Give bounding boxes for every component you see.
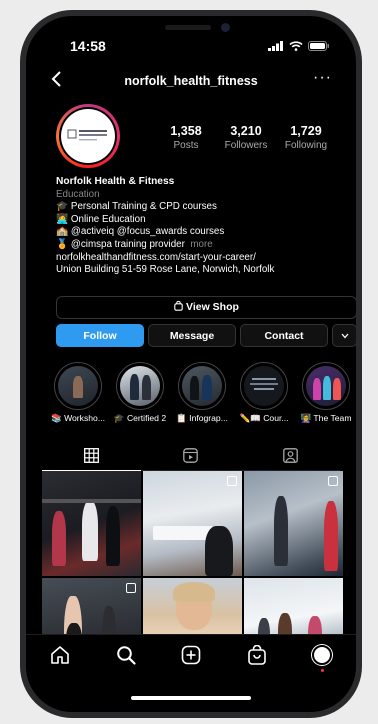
profile-website-link[interactable]: norfolkhealthandfitness.com/start-your-c… xyxy=(56,252,346,265)
bio-line: 👩‍💻 Online Education xyxy=(56,213,146,225)
highlight-item[interactable]: ✏️📖 Cour... xyxy=(236,362,292,424)
video-indicator-icon xyxy=(227,476,237,486)
highlight-label: ✏️📖 Cour... xyxy=(239,413,289,423)
tab-posts[interactable] xyxy=(42,441,142,471)
bio-more-link[interactable]: more xyxy=(190,239,212,250)
stat-value: 3,210 xyxy=(230,124,262,138)
profile-name: Norfolk Health & Fitness xyxy=(56,176,175,187)
battery-icon xyxy=(308,41,329,51)
more-options-icon[interactable]: ··· xyxy=(313,69,332,87)
profile-username: norfolk_health_fitness xyxy=(124,74,258,88)
create-icon[interactable] xyxy=(179,643,203,667)
avatar[interactable] xyxy=(56,104,120,168)
profile-actions: Follow Message Contact xyxy=(56,324,356,347)
shop-icon[interactable] xyxy=(245,643,269,667)
highlight-item[interactable]: 📚 Worksho... xyxy=(50,362,106,424)
post-thumbnail[interactable] xyxy=(143,471,242,576)
contact-button[interactable]: Contact xyxy=(240,324,328,347)
stat-label: Followers xyxy=(224,140,268,151)
stat-followers[interactable]: 3,210 Followers xyxy=(216,124,276,151)
brand-logo-icon xyxy=(67,129,107,141)
phone-frame: 14:58 norfolk_health_fitness ··· 1,358 P… xyxy=(20,10,362,718)
home-icon[interactable] xyxy=(48,643,72,667)
bio-line: 🎓 Personal Training & CPD courses xyxy=(56,201,217,213)
highlight-label: 📋 Infograp... xyxy=(176,413,228,423)
status-time: 14:58 xyxy=(70,38,106,54)
highlight-item[interactable]: 📋 Infograp... xyxy=(174,362,230,424)
chevron-down-icon xyxy=(341,333,348,339)
bio-line: 🏫 @activeiq @focus_awards courses xyxy=(56,226,225,238)
notch xyxy=(121,16,261,44)
reels-icon xyxy=(183,448,199,463)
bio-line: 🏅 @cimspa training provider xyxy=(56,238,185,250)
follow-button[interactable]: Follow xyxy=(56,324,144,347)
stat-value: 1,729 xyxy=(290,124,322,138)
tab-reels[interactable] xyxy=(141,441,241,471)
highlight-label: 👩‍🏫 The Team xyxy=(300,413,352,423)
highlight-label: 📚 Worksho... xyxy=(50,413,105,423)
profile-address[interactable]: Union Building 51-59 Rose Lane, Norwich,… xyxy=(56,264,346,277)
tagged-icon xyxy=(282,448,298,463)
post-thumbnail[interactable] xyxy=(42,471,141,576)
profile-header: norfolk_health_fitness ··· xyxy=(26,69,356,96)
highlight-item[interactable]: 👩‍🏫 The Team xyxy=(298,362,354,424)
bottom-navigation xyxy=(26,634,356,712)
stat-posts[interactable]: 1,358 Posts xyxy=(156,124,216,151)
screen: 14:58 norfolk_health_fitness ··· 1,358 P… xyxy=(26,16,356,712)
post-thumbnail[interactable] xyxy=(244,471,343,576)
profile-bio: Norfolk Health & Fitness Education 🎓 Per… xyxy=(56,176,346,277)
highlight-item[interactable]: 🎓 Certified 2 xyxy=(112,362,168,424)
stat-label: Posts xyxy=(173,140,199,151)
profile-stats: 1,358 Posts 3,210 Followers 1,729 Follow… xyxy=(156,124,336,151)
profile-category: Education xyxy=(56,188,100,200)
home-indicator xyxy=(131,696,251,700)
wifi-icon xyxy=(289,41,303,51)
suggested-dropdown-button[interactable] xyxy=(332,324,356,347)
search-icon[interactable] xyxy=(114,643,138,667)
story-highlights: 📚 Worksho... 🎓 Certified 2 📋 Infograp... xyxy=(50,362,354,424)
profile-icon[interactable] xyxy=(310,643,334,672)
grid-icon xyxy=(84,448,100,463)
video-indicator-icon xyxy=(328,476,338,486)
signal-icon xyxy=(268,41,283,51)
message-button[interactable]: Message xyxy=(148,324,236,347)
shop-bag-icon xyxy=(174,300,186,313)
stat-label: Following xyxy=(284,140,328,151)
view-shop-label: View Shop xyxy=(186,301,239,313)
stat-value: 1,358 xyxy=(170,124,202,138)
highlight-label: 🎓 Certified 2 xyxy=(113,413,167,423)
profile-tabs xyxy=(42,441,340,471)
video-indicator-icon xyxy=(126,583,136,593)
tab-tagged[interactable] xyxy=(240,441,340,471)
view-shop-button[interactable]: View Shop xyxy=(56,296,356,319)
status-icons xyxy=(268,41,330,51)
stat-following[interactable]: 1,729 Following xyxy=(276,124,336,151)
